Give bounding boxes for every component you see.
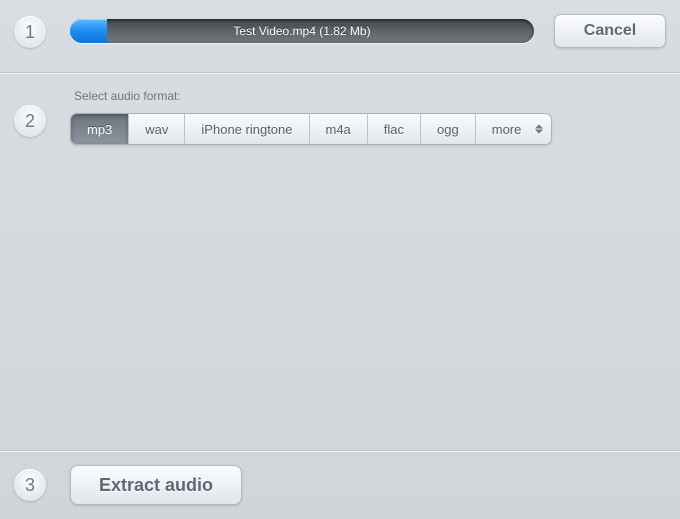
step-3-row: 3 Extract audio: [14, 465, 666, 505]
format-option-flac[interactable]: flac: [367, 114, 420, 144]
step-2-row: 2 Select audio format: mp3 wav iPhone ri…: [0, 73, 680, 145]
format-segmented-control: mp3 wav iPhone ringtone m4a flac ogg mor…: [70, 113, 552, 145]
upload-progress-bar: Test Video.mp4 (1.82 Mb): [70, 19, 534, 43]
updown-arrows-icon: [535, 125, 543, 134]
format-more-label: more: [492, 122, 522, 137]
step-1-badge: 1: [14, 16, 46, 48]
format-option-iphone-ringtone[interactable]: iPhone ringtone: [184, 114, 308, 144]
format-option-wav[interactable]: wav: [128, 114, 184, 144]
format-option-ogg[interactable]: ogg: [420, 114, 475, 144]
format-more-dropdown[interactable]: more: [475, 114, 552, 144]
step-1-row: 1 Test Video.mp4 (1.82 Mb) Cancel: [0, 0, 680, 72]
upload-progress-fill: [70, 19, 107, 43]
divider-2: [0, 450, 680, 451]
upload-filename: Test Video.mp4 (1.82 Mb): [70, 19, 534, 43]
format-option-mp3[interactable]: mp3: [71, 114, 128, 144]
extract-audio-button[interactable]: Extract audio: [70, 465, 242, 505]
format-option-m4a[interactable]: m4a: [309, 114, 367, 144]
step-3-badge: 3: [14, 469, 46, 501]
step-2-badge: 2: [14, 105, 46, 137]
cancel-button[interactable]: Cancel: [554, 14, 666, 48]
format-label: Select audio format:: [74, 89, 666, 103]
